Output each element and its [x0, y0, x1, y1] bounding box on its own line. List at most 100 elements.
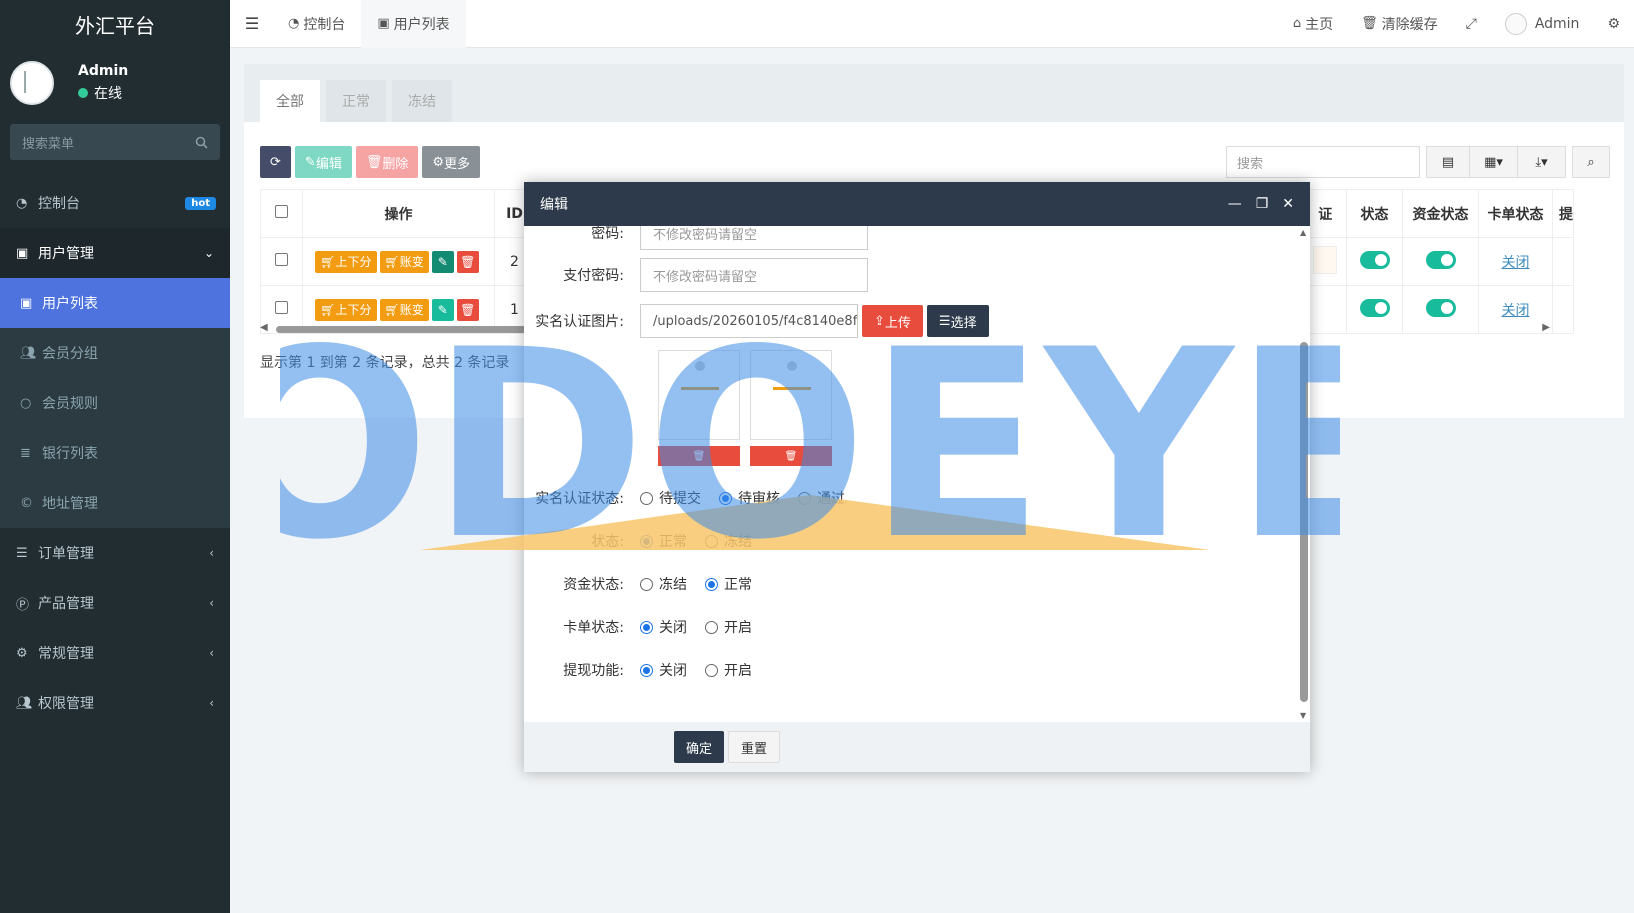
export-dropdown-icon[interactable]: ⤓▾	[1518, 146, 1566, 178]
radio-withdraw-closed[interactable]: 关闭	[640, 660, 687, 680]
app-logo[interactable]: 外汇平台	[0, 0, 230, 48]
fund-status-toggle[interactable]	[1402, 237, 1479, 286]
list-icon: ☰	[16, 545, 28, 561]
password-field[interactable]: 不修改密码请留空	[640, 226, 868, 250]
edit-button[interactable]: ✎ 编辑	[294, 146, 352, 178]
modal-vertical-scrollbar[interactable]: ▲ ▼	[1300, 228, 1308, 720]
radio-cert-approved[interactable]: 通过	[798, 488, 845, 508]
tab-frozen[interactable]: 冻结	[392, 80, 452, 122]
minimize-icon[interactable]: —	[1228, 196, 1242, 212]
radio-fund-frozen[interactable]: 冻结	[640, 574, 687, 594]
refresh-icon: ⟳	[270, 154, 281, 170]
card-view-icon[interactable]: ▤	[1426, 146, 1470, 178]
close-icon[interactable]: ✕	[1282, 196, 1294, 212]
column-header: 提	[1552, 189, 1574, 238]
cert-image-icon	[1313, 245, 1338, 274]
sidebar-item-member-group[interactable]: 👥︎ 会员分组	[0, 328, 230, 378]
pencil-icon[interactable]: ✎	[431, 250, 454, 273]
radio-cert-pending-submit[interactable]: 待提交	[640, 488, 701, 508]
users-icon: 👥︎	[16, 695, 33, 711]
table-search-input[interactable]: 搜索	[1226, 146, 1420, 178]
status-toggle[interactable]	[1346, 237, 1403, 286]
sidebar-item-general-management[interactable]: ⚙ 常规管理 ‹	[0, 628, 230, 678]
sidebar-item-label: 会员规则	[42, 396, 98, 412]
radio-checked-icon	[640, 663, 653, 677]
trash-icon[interactable]: 🗑︎	[456, 298, 479, 321]
transfer-button[interactable]: 🛒︎ 上下分	[315, 250, 377, 273]
select-all-checkbox[interactable]	[260, 189, 303, 238]
columns-dropdown-icon[interactable]: ▦▾	[1470, 146, 1518, 178]
sidebar-item-address[interactable]: © 地址管理	[0, 478, 230, 528]
circle-icon: ○	[20, 395, 32, 411]
menu-search-input[interactable]: 搜索菜单	[10, 124, 220, 160]
sidebar-item-permission-management[interactable]: 👥︎ 权限管理 ‹	[0, 678, 230, 728]
search-icon[interactable]	[195, 136, 208, 149]
radio-status-frozen[interactable]: 冻结	[705, 531, 752, 551]
sidebar-item-product-management[interactable]: Ⓟ 产品管理 ‹	[0, 578, 230, 628]
tab-all[interactable]: 全部	[260, 80, 320, 122]
radio-status-normal[interactable]: 正常	[640, 531, 687, 551]
sidebar-item-dashboard[interactable]: ◔ 控制台 hot	[0, 178, 230, 228]
pay-password-field[interactable]: 不修改密码请留空	[640, 258, 868, 292]
radio-icon	[640, 491, 653, 505]
confirm-button[interactable]: 确定	[674, 731, 725, 763]
refresh-button[interactable]: ⟳	[260, 146, 291, 178]
clear-cache-button[interactable]: 🗑︎ 清除缓存	[1347, 14, 1452, 34]
radio-fund-normal[interactable]: 正常	[705, 574, 752, 594]
delete-button[interactable]: 🗑︎ 删除	[355, 146, 419, 178]
scrollbar-thumb[interactable]	[1300, 342, 1308, 702]
transfer-button[interactable]: 🛒︎ 上下分	[315, 298, 377, 321]
menu-toggle-icon[interactable]: ☰	[232, 14, 272, 33]
account-change-button[interactable]: 🛒︎ 账变	[379, 298, 429, 321]
password-label: 密码:	[591, 226, 624, 242]
tab-user-list[interactable]: ▣ 用户列表	[361, 0, 466, 48]
fullscreen-icon[interactable]: ⤢	[1452, 16, 1491, 32]
scroll-down-icon[interactable]: ▼	[1300, 711, 1306, 720]
radio-card-closed[interactable]: 关闭	[640, 617, 687, 637]
account-change-button[interactable]: 🛒︎ 账变	[379, 250, 429, 273]
delete-image-button[interactable]: 🗑︎	[750, 446, 832, 466]
cert-thumbnail[interactable]	[1304, 237, 1347, 286]
card-status-label: 关闭	[1501, 254, 1530, 271]
scroll-up-icon[interactable]: ▲	[1300, 228, 1306, 237]
scroll-left-icon[interactable]: ◀	[260, 322, 268, 333]
tab-dashboard[interactable]: ◔ 控制台	[272, 0, 361, 48]
sidebar-item-user-list[interactable]: ▣ 用户列表	[0, 278, 230, 328]
trash-icon[interactable]: 🗑︎	[456, 250, 479, 273]
withdraw-row: 提现功能: 关闭 开启	[524, 660, 770, 680]
checkbox-icon	[275, 205, 288, 218]
radio-withdraw-open[interactable]: 开启	[705, 660, 752, 680]
sidebar-item-user-management[interactable]: ▣ 用户管理 ⌄	[0, 228, 230, 278]
choose-button[interactable]: ☰ 选择	[926, 305, 989, 337]
radio-cert-pending-review[interactable]: 待审核	[719, 488, 780, 508]
scroll-right-icon[interactable]: ▶	[1542, 322, 1550, 333]
password-row: 密码: 不修改密码请留空	[524, 226, 868, 250]
upload-button[interactable]: ⇪ 上传	[862, 305, 923, 337]
delete-image-button[interactable]: 🗑︎	[658, 446, 740, 466]
column-header: 状态	[1346, 189, 1403, 238]
scrollbar-thumb[interactable]	[276, 326, 526, 333]
sidebar-item-bank-list[interactable]: ≣ 银行列表	[0, 428, 230, 478]
admin-menu[interactable]: Admin	[1491, 12, 1594, 35]
radio-icon	[798, 491, 811, 505]
settings-icon[interactable]: ⚙	[1593, 16, 1634, 32]
radio-icon	[705, 663, 718, 677]
pencil-icon[interactable]: ✎	[431, 298, 454, 321]
cert-image-field[interactable]: /uploads/20260105/f4c8140e8f0a9	[640, 304, 858, 338]
tab-normal[interactable]: 正常	[326, 80, 386, 122]
sidebar-item-member-rules[interactable]: ○ 会员规则	[0, 378, 230, 428]
row-checkbox[interactable]	[260, 237, 303, 286]
cert-image-thumbnail[interactable]	[658, 350, 740, 440]
radio-card-open[interactable]: 开启	[705, 617, 752, 637]
sidebar-item-order-management[interactable]: ☰ 订单管理 ‹	[0, 528, 230, 578]
home-link[interactable]: ⌂ 主页	[1279, 14, 1347, 34]
reset-button[interactable]: 重置	[728, 731, 781, 763]
cert-image-thumbnail[interactable]	[750, 350, 832, 440]
search-icon[interactable]: ⌕	[1572, 146, 1610, 178]
card-status-link[interactable]: 关闭	[1478, 237, 1553, 286]
more-button[interactable]: ⚙ 更多	[422, 146, 481, 178]
sidebar-item-label: 用户管理	[38, 246, 94, 262]
maximize-icon[interactable]: ❐	[1256, 196, 1269, 212]
column-header: 证	[1304, 189, 1347, 238]
online-dot-icon	[78, 88, 88, 98]
